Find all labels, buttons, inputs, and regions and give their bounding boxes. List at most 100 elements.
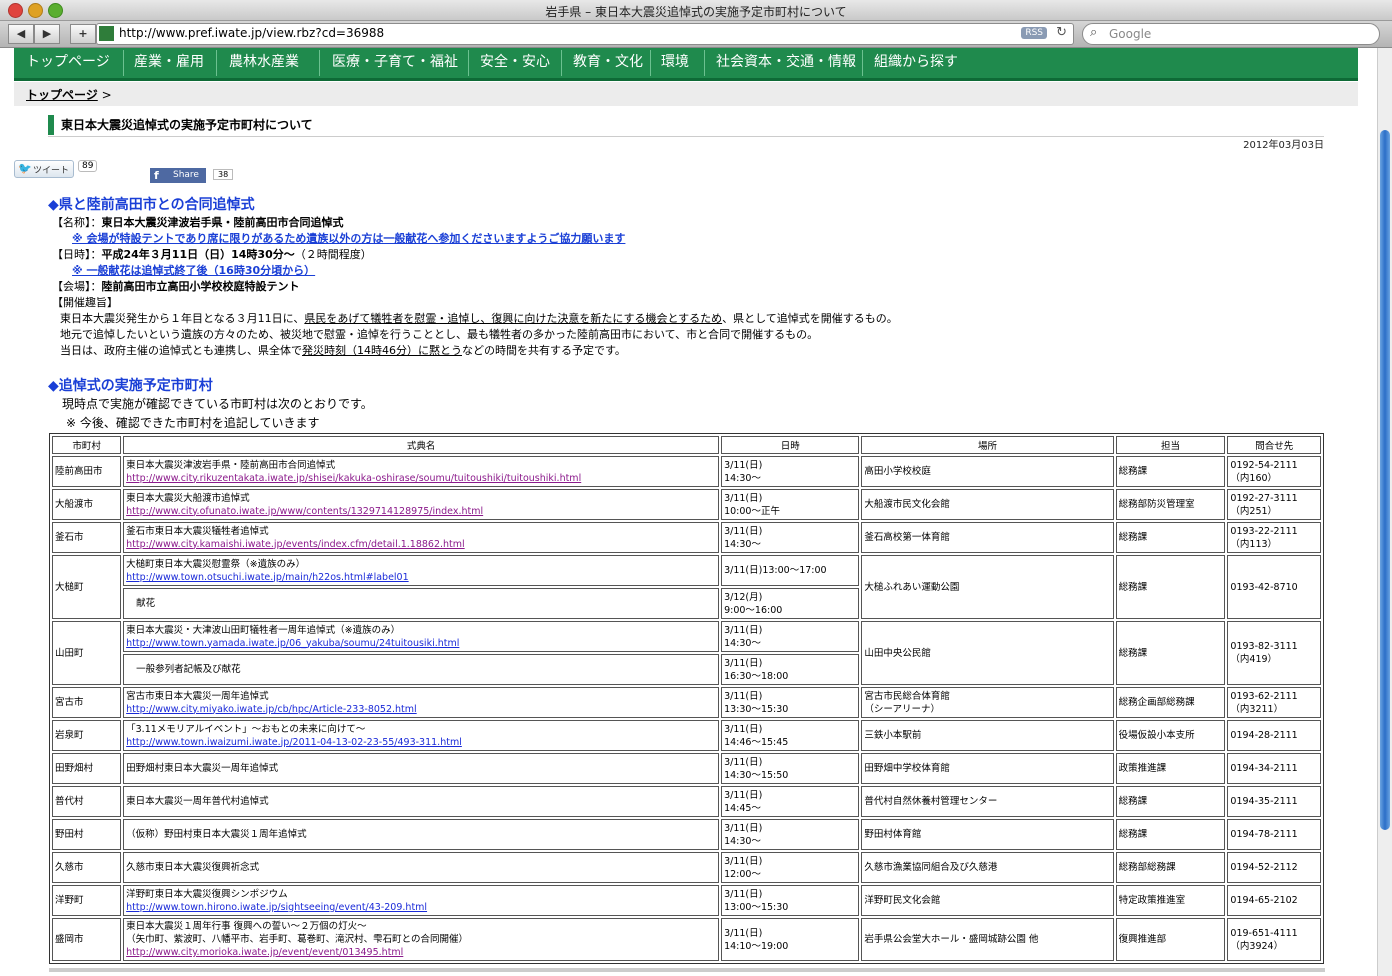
date-text: 3/11(日): [724, 459, 763, 471]
vertical-scrollbar[interactable]: [1377, 48, 1392, 976]
nav-item-industry[interactable]: 産業・雇用: [134, 51, 204, 71]
ext-text: （内3211）: [1230, 703, 1284, 715]
cell-dept: 総務課: [1115, 786, 1226, 817]
footer-divider: [49, 968, 1325, 972]
table-row: 洋野町 洋野町東日本大震災復興シンポジウム http://www.town.hir…: [52, 885, 1321, 916]
nav-separator: [319, 50, 320, 76]
date-extra: （２時間程度）: [294, 248, 372, 261]
cell-ceremony: 東日本大震災大船渡市追悼式 http://www.city.ofunato.iwa…: [123, 489, 720, 520]
municipalities-note: ※ 今後、確認できた市町村を追記していきます: [66, 416, 320, 430]
page-title: 東日本大震災追悼式の実施予定市町村について: [48, 115, 313, 135]
table-row: 野田村 （仮称）野田村東日本大震災１周年追悼式 3/11(日) 14:30～ 野田…: [52, 819, 1321, 850]
ext-text: （内160）: [1230, 472, 1278, 484]
cell-datetime: 3/12(月) 9:00～16:00: [721, 588, 860, 619]
note-tent-link[interactable]: ※ 会場が特設テントであり席に限りがあるため遺族以外の方は一般献花へ参加ください…: [72, 232, 625, 245]
cell-contact: 0194-28-2111: [1227, 720, 1321, 751]
nav-item-organization[interactable]: 組織から探す: [874, 51, 958, 71]
date-row: 【日時】：平成24年３月11日（日）14時30分～（２時間程度）: [52, 246, 372, 262]
breadcrumb: トップページ >: [26, 86, 112, 103]
header-contact: 問合せ先: [1227, 436, 1321, 454]
cell-city: 釜石市: [52, 522, 122, 553]
cell-datetime: 3/11(日) 14:10～19:00: [721, 918, 860, 961]
ceremony-link[interactable]: http://www.town.hirono.iwate.jp/sightsee…: [126, 902, 427, 913]
nav-separator: [704, 50, 705, 76]
scrollbar-thumb[interactable]: [1380, 130, 1390, 830]
reload-icon[interactable]: ↻: [1056, 25, 1067, 40]
ceremony-name: 東日本大震災津波岩手県・陸前高田市合同追悼式: [126, 459, 336, 471]
date-text: 3/11(日): [724, 492, 763, 504]
cell-contact: 0194-52-2112: [1227, 852, 1321, 883]
time-text: 14:30～15:50: [724, 769, 789, 781]
cell-ceremony: 献花: [123, 588, 720, 619]
cell-datetime: 3/11(日) 14:30～: [721, 522, 860, 553]
nav-separator: [561, 50, 562, 76]
facebook-share-button[interactable]: f Share: [150, 168, 206, 183]
plus-icon[interactable]: +: [70, 24, 96, 44]
cell-city: 大船渡市: [52, 489, 122, 520]
tel-text: 0193-82-3111: [1230, 641, 1298, 652]
time-text: 14:46～15:45: [724, 736, 789, 748]
ceremony-link[interactable]: http://www.city.kamaishi.iwate.jp/events…: [126, 539, 465, 550]
cell-ceremony: （仮称）野田村東日本大震災１周年追悼式: [123, 819, 720, 850]
name-label: 【名称】：: [52, 216, 102, 229]
nav-item-infrastructure[interactable]: 社会資本・交通・情報: [716, 51, 856, 71]
nav-item-top[interactable]: トップページ: [26, 51, 110, 71]
time-text: 14:30～: [724, 835, 761, 847]
cell-city: 山田町: [52, 621, 122, 685]
nav-item-education[interactable]: 教育・文化: [573, 51, 643, 71]
time-text: 14:30～: [724, 472, 761, 484]
ceremony-link[interactable]: http://www.city.miyako.iwate.jp/cb/hpc/A…: [126, 704, 417, 715]
section-municipalities-title: ◆追悼式の実施予定市町村: [48, 378, 213, 394]
facebook-icon: f: [154, 169, 159, 182]
nav-item-safety[interactable]: 安全・安心: [480, 51, 550, 71]
note-tent-row: ※ 会場が特設テントであり席に限りがあるため遺族以外の方は一般献花へ参加ください…: [72, 230, 625, 246]
tel-text: 0192-54-2111: [1230, 459, 1298, 471]
ceremony-link[interactable]: http://www.town.iwaizumi.iwate.jp/2011-0…: [126, 737, 462, 748]
date-text: 3/12(月): [724, 591, 763, 603]
rss-icon[interactable]: RSS: [1021, 27, 1047, 39]
purpose-text: 、県として追悼式を開催するもの。: [722, 312, 898, 325]
name-value: 東日本大震災津波岩手県・陸前高田市合同追悼式: [101, 216, 344, 229]
ceremony-link[interactable]: http://www.city.ofunato.iwate.jp/www/con…: [126, 506, 483, 517]
cell-datetime: 3/11(日) 14:30～: [721, 819, 860, 850]
url-text[interactable]: http://www.pref.iwate.jp/view.rbz?cd=369…: [119, 26, 384, 40]
search-input[interactable]: ⌕ Google: [1082, 23, 1380, 45]
address-bar[interactable]: http://www.pref.iwate.jp/view.rbz?cd=369…: [96, 23, 1074, 45]
date-text: 3/11(日): [724, 789, 763, 801]
forward-arrow-icon[interactable]: ▶: [34, 24, 60, 44]
cell-city: 盛岡市: [52, 918, 122, 961]
time-text: 14:45～: [724, 802, 761, 814]
tweet-button[interactable]: 🐦 ツイート: [14, 160, 74, 178]
nav-item-agriculture[interactable]: 農林水産業: [229, 51, 299, 71]
ceremony-link[interactable]: http://www.town.otsuchi.iwate.jp/main/h2…: [126, 572, 409, 583]
purpose-paragraph-1: 東日本大震災発生から１年目となる３月11日に、県民をあげて犠牲者を慰霊・追悼し、…: [60, 310, 898, 326]
cell-place: 宮古市民総合体育館 （シーアリーナ）: [861, 687, 1114, 718]
nav-separator: [123, 50, 124, 76]
cell-contact: 0193-82-3111 （内419）: [1227, 621, 1321, 685]
breadcrumb-top-link[interactable]: トップページ: [26, 88, 98, 102]
nav-separator: [862, 50, 863, 76]
ceremony-link[interactable]: http://www.city.rikuzentakata.iwate.jp/s…: [126, 473, 581, 484]
time-text: 13:30～15:30: [724, 703, 789, 715]
cell-dept: 総務課: [1115, 621, 1226, 685]
window-titlebar: 岩手県 – 東日本大震災追悼式の実施予定市町村について: [0, 0, 1392, 21]
table-row: 盛岡市 東日本大震災１周年行事 復興への誓い～２万個の灯火～ （矢巾町、紫波町、八…: [52, 918, 1321, 961]
cell-datetime: 3/11(日) 14:46～15:45: [721, 720, 860, 751]
ceremony-link[interactable]: http://www.city.morioka.iwate.jp/event/e…: [126, 947, 403, 958]
ext-text: （内419）: [1230, 654, 1278, 665]
municipalities-intro: 現時点で実施が確認できている市町村は次のとおりです。: [62, 397, 373, 411]
note-flower-link[interactable]: ※ 一般献花は追悼式終了後（16時30分頃から）: [72, 264, 315, 277]
back-arrow-icon[interactable]: ◀: [8, 24, 34, 44]
nav-item-welfare[interactable]: 医療・子育て・福祉: [332, 51, 458, 71]
header-ceremony: 式典名: [123, 436, 720, 454]
publish-date: 2012年03月03日: [1243, 140, 1324, 151]
cell-datetime: 3/11(日) 16:30～18:00: [721, 654, 860, 685]
cell-datetime: 3/11(日) 12:00～: [721, 852, 860, 883]
purpose-paragraph-3: 当日は、政府主催の追悼式とも連携し、県全体で発災時刻（14時46分）に黙とうなど…: [60, 342, 626, 358]
date-text: 3/11(日): [724, 723, 763, 735]
ceremony-link[interactable]: http://www.town.yamada.iwate.jp/06_yakub…: [126, 638, 459, 649]
date-text: 3/11(日): [724, 927, 763, 939]
nav-item-environment[interactable]: 環境: [661, 51, 689, 71]
cell-ceremony: 東日本大震災１周年行事 復興への誓い～２万個の灯火～ （矢巾町、紫波町、八幡平市、…: [123, 918, 720, 961]
time-text: 9:00～16:00: [724, 604, 783, 616]
